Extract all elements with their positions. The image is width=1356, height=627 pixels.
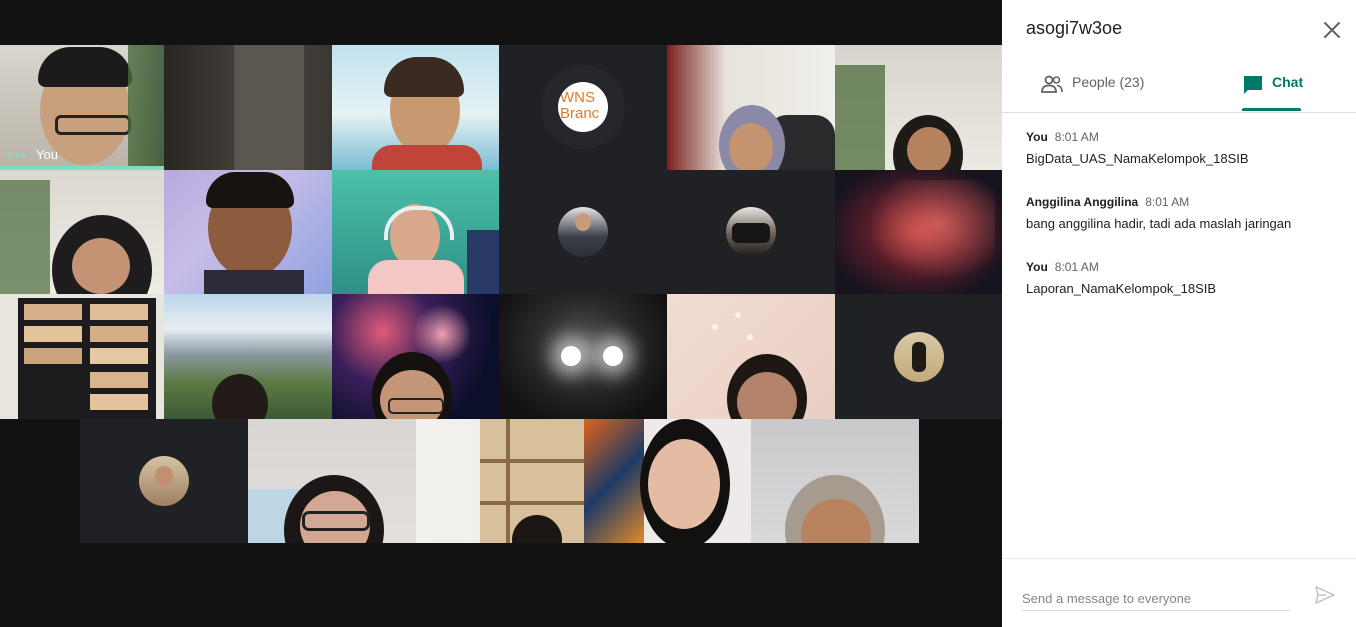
tab-chat[interactable]: Chat — [1242, 66, 1303, 112]
video-tile-self[interactable]: You — [0, 45, 164, 170]
video-tile[interactable] — [751, 419, 919, 543]
chat-message: You 8:01 AM Laporan_NamaKelompok_18SIB — [1026, 258, 1336, 296]
people-icon — [1040, 74, 1064, 97]
video-tile[interactable] — [0, 294, 164, 419]
video-tile[interactable] — [164, 45, 332, 170]
chat-message-input[interactable] — [1022, 586, 1290, 611]
message-sender: You — [1026, 130, 1048, 144]
message-time: 8:01 AM — [1054, 260, 1099, 274]
video-tile-avatar[interactable]: WNS Branc — [499, 45, 667, 170]
active-tab-indicator — [1242, 108, 1301, 111]
composer-divider — [1002, 558, 1356, 559]
video-tile-avatar[interactable] — [835, 294, 1002, 419]
chat-icon — [1242, 74, 1264, 99]
video-tile-avatar[interactable] — [80, 419, 248, 543]
self-label: You — [36, 147, 58, 162]
meeting-code: asogi7w3oe — [1026, 18, 1123, 38]
video-tile[interactable] — [835, 170, 1002, 294]
participant-avatar — [726, 207, 776, 257]
avatar-brand-text: WNS Branc — [560, 89, 600, 122]
tab-chat-label: Chat — [1272, 74, 1304, 90]
video-tile[interactable] — [332, 294, 499, 419]
chat-message: You 8:01 AM BigData_UAS_NamaKelompok_18SI… — [1026, 128, 1336, 166]
message-time: 8:01 AM — [1054, 130, 1099, 144]
message-text: bang anggilina hadir, tadi ada maslah ja… — [1026, 216, 1292, 231]
speaking-indicator-icon — [8, 152, 26, 157]
video-tile[interactable] — [248, 419, 416, 543]
participant-avatar — [893, 331, 944, 382]
video-tile[interactable] — [499, 294, 667, 419]
video-tile[interactable] — [332, 170, 499, 294]
close-icon[interactable] — [1320, 18, 1344, 42]
send-icon[interactable] — [1314, 584, 1336, 606]
message-text: BigData_UAS_NamaKelompok_18SIB — [1026, 151, 1249, 166]
panel-tabs: People (23) Chat — [1002, 66, 1356, 113]
side-panel: asogi7w3oe People (23) Chat You 8:01 AM B… — [1002, 0, 1356, 627]
video-tile[interactable] — [584, 419, 751, 543]
video-stage: You WNS Branc — [0, 0, 1002, 627]
video-tile[interactable] — [667, 45, 835, 170]
video-tile[interactable] — [667, 294, 835, 419]
chat-messages: You 8:01 AM BigData_UAS_NamaKelompok_18SI… — [1026, 128, 1336, 323]
tab-people[interactable]: People (23) — [1040, 66, 1144, 112]
message-sender: Anggilina Anggilina — [1026, 195, 1139, 209]
participant-avatar — [558, 207, 608, 257]
video-tile[interactable] — [0, 170, 164, 294]
brand-avatar: WNS Branc — [558, 82, 608, 132]
tab-people-label: People (23) — [1072, 74, 1145, 90]
message-text: Laporan_NamaKelompok_18SIB — [1026, 281, 1217, 296]
video-tile-avatar[interactable] — [499, 170, 667, 294]
video-tile[interactable] — [332, 45, 499, 170]
self-name-label: You — [8, 147, 58, 162]
video-tile[interactable] — [416, 419, 584, 543]
chat-message: Anggilina Anggilina 8:01 AM bang anggilin… — [1026, 193, 1336, 231]
video-tile[interactable] — [164, 170, 332, 294]
message-sender: You — [1026, 260, 1048, 274]
video-tile-avatar[interactable] — [667, 170, 835, 294]
message-time: 8:01 AM — [1145, 195, 1190, 209]
video-tile[interactable] — [835, 45, 1002, 170]
video-tile[interactable] — [164, 294, 332, 419]
participant-avatar — [139, 456, 189, 506]
